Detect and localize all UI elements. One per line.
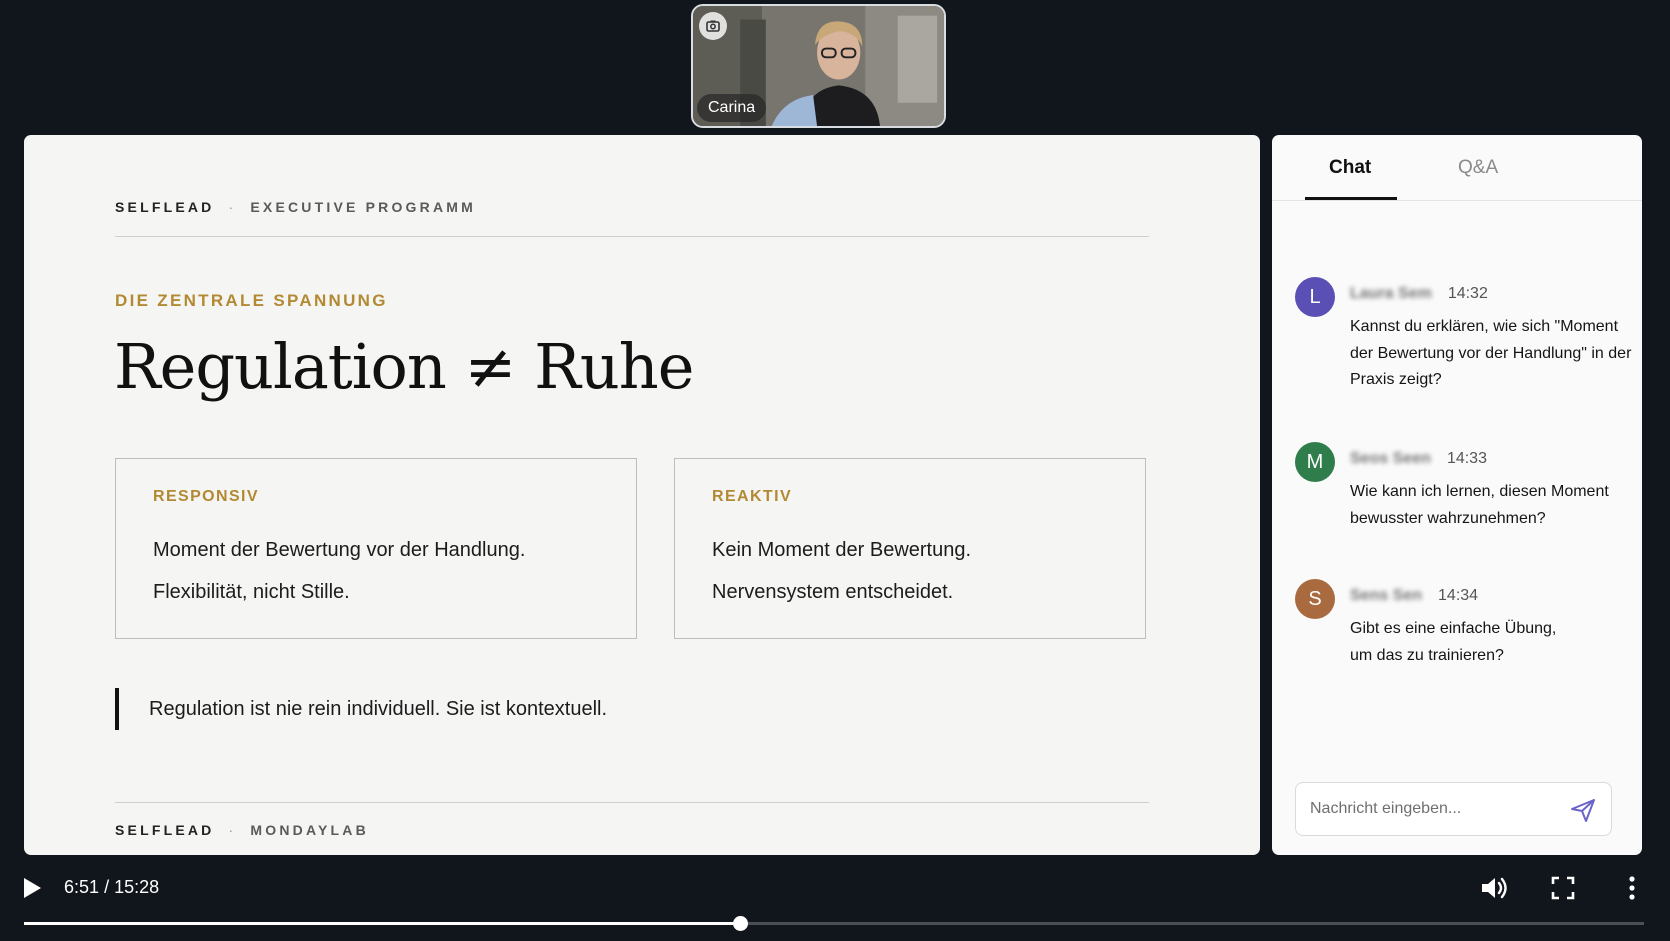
card-reaktiv: REAKTIV Kein Moment der Bewertung. Nerve…	[674, 458, 1146, 639]
slide-header-brand: SELFLEAD	[115, 199, 215, 215]
slide-kicker: DIE ZENTRALE SPANNUNG	[115, 291, 388, 310]
avatar: S	[1295, 579, 1335, 619]
message-text: Gibt es eine einfache Übung, um das zu t…	[1350, 620, 1557, 664]
slide-header-divider	[115, 236, 1149, 237]
avatar: M	[1295, 442, 1335, 482]
card-label: REAKTIV	[712, 488, 793, 505]
message-header: Sens Sen 14:34	[1350, 587, 1478, 605]
player-controls: 6:51 / 15:28	[0, 860, 1670, 941]
active-tab-indicator	[1305, 197, 1397, 200]
time-separator: /	[104, 877, 110, 897]
slide-quote: Regulation ist nie rein individuell. Sie…	[115, 688, 607, 730]
time-display: 6:51 / 15:28	[64, 877, 159, 898]
slide-header-program: EXECUTIVE PROGRAMM	[250, 199, 476, 215]
slide-footer: SELFLEAD · MONDAYLAB	[115, 822, 369, 838]
play-icon[interactable]	[21, 876, 43, 900]
slide-footer-org: MONDAYLAB	[250, 822, 369, 838]
message-text: Wie kann ich lernen, diesen Moment bewus…	[1350, 483, 1609, 527]
progress-fill	[24, 922, 741, 925]
message-time: 14:33	[1446, 450, 1487, 467]
message-text: Kannst du erklären, wie sich "Moment der…	[1350, 318, 1632, 388]
slide-title: Regulation ≠ Ruhe	[114, 330, 694, 403]
current-time: 6:51	[64, 877, 100, 897]
card-line: Kein Moment der Bewertung.	[712, 539, 972, 561]
slide-footer-brand: SELFLEAD	[115, 822, 215, 838]
progress-bar[interactable]	[24, 916, 1644, 931]
tab-qa[interactable]: Q&A	[1458, 157, 1498, 179]
send-icon[interactable]	[1569, 796, 1597, 824]
chat-panel: Chat Q&A L Laura Sem 14:32 Kannst du erk…	[1272, 135, 1642, 855]
message-header: Laura Sem 14:32	[1350, 285, 1488, 303]
participant-video-tile[interactable]: Carina	[691, 4, 946, 128]
volume-icon[interactable]	[1479, 874, 1509, 902]
message-composer	[1295, 782, 1612, 836]
message-input[interactable]	[1310, 783, 1560, 835]
slide-header-separator: ·	[228, 199, 237, 215]
progress-thumb[interactable]	[733, 916, 749, 931]
card-responsiv: RESPONSIV Moment der Bewertung vor der H…	[115, 458, 637, 639]
message-time: 14:32	[1447, 285, 1488, 302]
fullscreen-icon[interactable]	[1551, 876, 1575, 900]
card-line: Flexibilität, nicht Stille.	[153, 581, 350, 603]
duration: 15:28	[114, 877, 160, 897]
card-line: Moment der Bewertung vor der Handlung.	[153, 539, 526, 561]
message-sender: Seos Seen	[1350, 450, 1431, 467]
tab-chat[interactable]: Chat	[1329, 157, 1371, 179]
slide-footer-divider	[115, 802, 1149, 803]
message-header: Seos Seen 14:33	[1350, 450, 1487, 468]
slide-footer-separator: ·	[228, 822, 237, 838]
card-label: RESPONSIV	[153, 488, 259, 505]
avatar: L	[1295, 277, 1335, 317]
slide-header: SELFLEAD · EXECUTIVE PROGRAMM	[115, 199, 476, 215]
camera-icon[interactable]	[699, 12, 727, 40]
participant-name: Carina	[697, 94, 767, 122]
message-time: 14:34	[1438, 587, 1479, 604]
message-sender: Sens Sen	[1350, 587, 1423, 604]
card-line: Nervensystem entscheidet.	[712, 581, 954, 603]
message-sender: Laura Sem	[1350, 285, 1432, 302]
presentation-slide: SELFLEAD · EXECUTIVE PROGRAMM DIE ZENTRA…	[24, 135, 1260, 855]
panel-tabs: Chat Q&A	[1272, 135, 1642, 201]
more-vertical-icon[interactable]	[1626, 874, 1638, 902]
